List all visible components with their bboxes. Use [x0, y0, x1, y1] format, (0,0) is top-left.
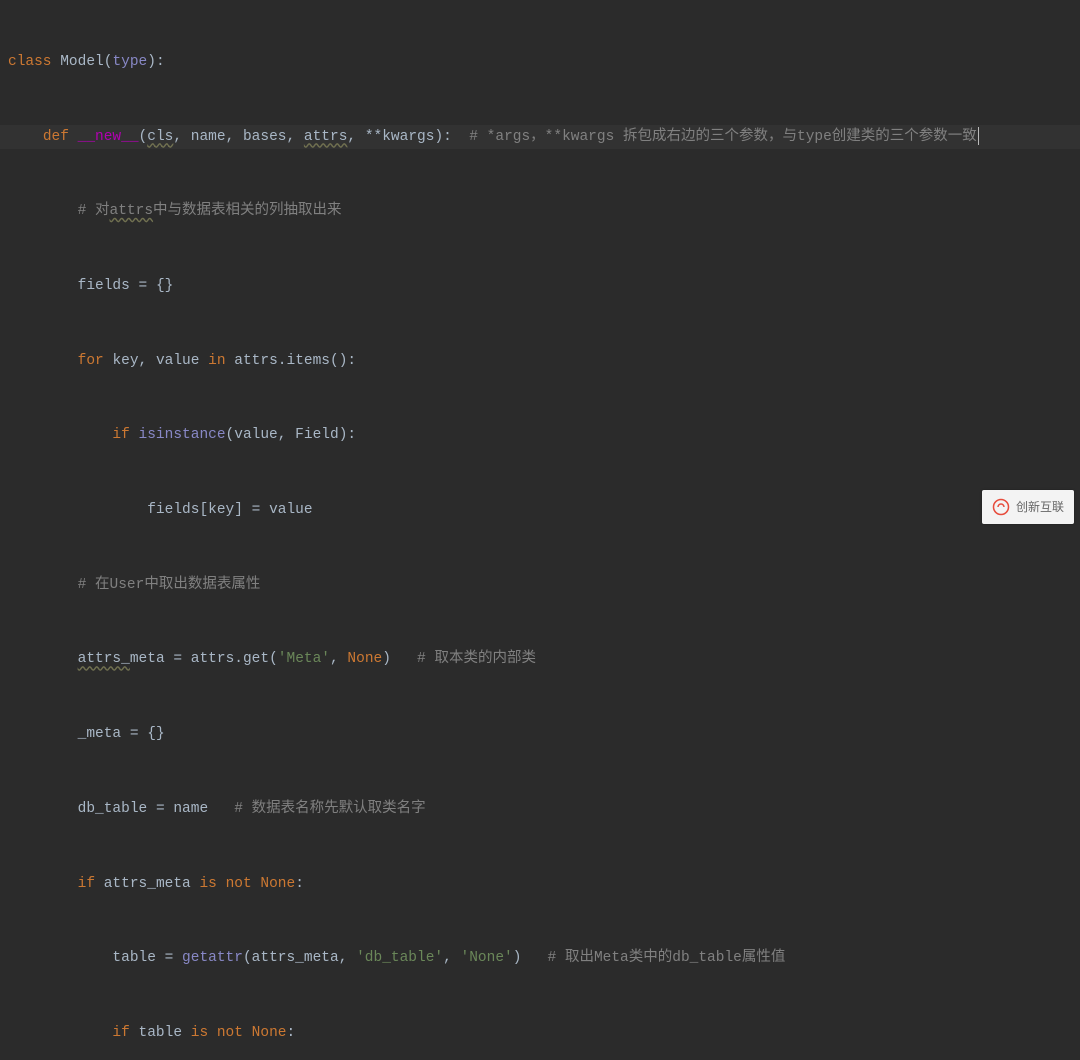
identifier: attrs_	[78, 651, 130, 667]
builtin: type	[112, 54, 147, 70]
code-line: _meta = {}	[0, 722, 1080, 747]
none: None	[260, 876, 295, 892]
code-line: attrs_meta = attrs.get('Meta', None) # 取…	[0, 647, 1080, 672]
string: 'db_table'	[356, 950, 443, 966]
literal: {}	[156, 278, 173, 294]
code-line: fields = {}	[0, 274, 1080, 299]
code-line: # 在User中取出数据表属性	[0, 573, 1080, 598]
code-line: if attrs_meta is not None:	[0, 872, 1080, 897]
comment: # 取出Meta类中的db_table属性值	[548, 950, 786, 966]
text-cursor	[978, 127, 979, 145]
string: 'Meta'	[278, 651, 330, 667]
identifier: fields[key]	[147, 502, 243, 518]
code-line: table = getattr(attrs_meta, 'db_table', …	[0, 946, 1080, 971]
param: name	[191, 129, 226, 145]
code-line: db_table = name # 数据表名称先默认取类名字	[0, 797, 1080, 822]
code-line: def __new__(cls, name, bases, attrs, **k…	[0, 125, 1080, 150]
comment: # 数据表名称先默认取类名字	[234, 801, 425, 817]
code-line: for key, value in attrs.items():	[0, 349, 1080, 374]
code-editor[interactable]: class Model(type): def __new__(cls, name…	[0, 0, 1080, 1060]
param: attrs	[304, 129, 348, 145]
comment: # *args，**kwargs 拆包成右边的三个参数，与type创建类的三个参…	[469, 129, 977, 145]
code-line: class Model(type):	[0, 50, 1080, 75]
watermark: 创新互联	[982, 490, 1074, 524]
code-line: if isinstance(value, Field):	[0, 423, 1080, 448]
keyword: def	[43, 129, 69, 145]
code-line: if table is not None:	[0, 1021, 1080, 1046]
keyword: if	[112, 1025, 129, 1041]
identifier: _meta	[78, 726, 122, 742]
magic-method: __new__	[78, 129, 139, 145]
builtin: getattr	[182, 950, 243, 966]
identifier: db_table	[78, 801, 148, 817]
string: 'None'	[461, 950, 513, 966]
param: cls	[147, 129, 173, 145]
kwargs: **kwargs	[365, 129, 435, 145]
watermark-text: 创新互联	[1016, 495, 1064, 520]
comment: # 对attrs中与数据表相关的列抽取出来	[78, 203, 342, 219]
comment: # 取本类的内部类	[417, 651, 536, 667]
code-line: # 对attrs中与数据表相关的列抽取出来	[0, 199, 1080, 224]
keyword: in	[208, 353, 225, 369]
keyword: class	[8, 54, 52, 70]
identifier: table	[112, 950, 156, 966]
none: None	[347, 651, 382, 667]
param: bases	[243, 129, 287, 145]
builtin: isinstance	[139, 427, 226, 443]
keyword: if	[78, 876, 95, 892]
code-line: fields[key] = value	[0, 498, 1080, 523]
keyword: for	[78, 353, 104, 369]
comment: # 在User中取出数据表属性	[78, 577, 261, 593]
class-name: Model	[60, 54, 104, 70]
keyword: if	[112, 427, 129, 443]
logo-icon	[992, 498, 1010, 516]
none: None	[252, 1025, 287, 1041]
identifier: fields	[78, 278, 130, 294]
